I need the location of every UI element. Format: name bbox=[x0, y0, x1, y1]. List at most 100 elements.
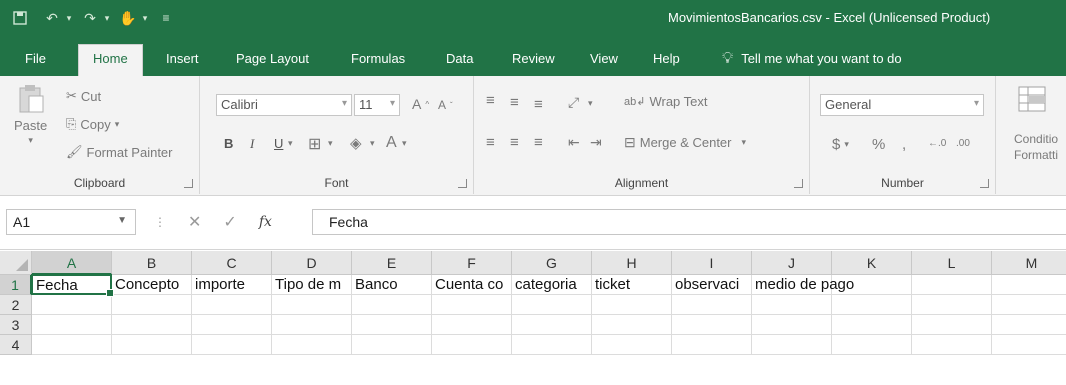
orientation-icon[interactable]: ⤢ bbox=[568, 94, 579, 111]
confirm-icon[interactable]: ✓ bbox=[223, 212, 236, 232]
cell-m3[interactable] bbox=[992, 315, 1066, 335]
insert-function-icon[interactable]: fx bbox=[259, 214, 272, 230]
fill-color-dropdown-icon[interactable]: ▾ bbox=[370, 138, 375, 149]
column-header-m[interactable]: M bbox=[992, 251, 1066, 275]
save-icon[interactable] bbox=[8, 6, 32, 30]
increase-decimal-button[interactable]: ←.0 bbox=[928, 138, 946, 149]
cell-k2[interactable] bbox=[832, 295, 912, 315]
paste-button[interactable]: Paste ▾ bbox=[14, 84, 47, 146]
font-name-combo[interactable]: Calibri ▾ bbox=[216, 94, 352, 116]
cell-d1[interactable]: Tipo de m bbox=[272, 275, 352, 295]
middle-align-icon[interactable]: ≡ bbox=[510, 94, 519, 111]
cell-a2[interactable] bbox=[32, 295, 112, 315]
cell-e1[interactable]: Banco bbox=[352, 275, 432, 295]
cell-m1[interactable] bbox=[992, 275, 1066, 295]
column-header-b[interactable]: B bbox=[112, 251, 192, 275]
cell-m4[interactable] bbox=[992, 335, 1066, 355]
tab-formulas[interactable]: Formulas bbox=[341, 45, 415, 76]
touch-dropdown-icon[interactable]: ▾ bbox=[140, 6, 150, 30]
currency-button[interactable]: $ ▾ bbox=[832, 136, 849, 153]
column-header-g[interactable]: G bbox=[512, 251, 592, 275]
cell-i3[interactable] bbox=[672, 315, 752, 335]
cell-c1[interactable]: importe bbox=[192, 275, 272, 295]
cell-i1[interactable]: observaci bbox=[672, 275, 752, 295]
decrease-indent-icon[interactable]: ⇤ bbox=[568, 134, 580, 151]
cell-h4[interactable] bbox=[592, 335, 672, 355]
cell-k3[interactable] bbox=[832, 315, 912, 335]
align-right-icon[interactable]: ≡ bbox=[534, 134, 543, 151]
cell-c2[interactable] bbox=[192, 295, 272, 315]
italic-button[interactable]: I bbox=[250, 136, 254, 152]
orientation-dropdown-icon[interactable]: ▾ bbox=[588, 98, 593, 109]
cell-i4[interactable] bbox=[672, 335, 752, 355]
column-header-j[interactable]: J bbox=[752, 251, 832, 275]
cell-m2[interactable] bbox=[992, 295, 1066, 315]
cell-b2[interactable] bbox=[112, 295, 192, 315]
cell-c4[interactable] bbox=[192, 335, 272, 355]
cell-j1[interactable]: medio de pago bbox=[752, 275, 854, 295]
cell-f2[interactable] bbox=[432, 295, 512, 315]
column-header-e[interactable]: E bbox=[352, 251, 432, 275]
align-center-icon[interactable]: ≡ bbox=[510, 134, 519, 151]
increase-indent-icon[interactable]: ⇥ bbox=[590, 134, 602, 151]
align-left-icon[interactable]: ≡ bbox=[486, 134, 495, 151]
underline-button[interactable]: U bbox=[274, 136, 283, 151]
cell-g2[interactable] bbox=[512, 295, 592, 315]
cell-j2[interactable] bbox=[752, 295, 832, 315]
column-header-f[interactable]: F bbox=[432, 251, 512, 275]
top-align-icon[interactable]: ≡ bbox=[486, 92, 495, 109]
cell-a4[interactable] bbox=[32, 335, 112, 355]
cell-h1[interactable]: ticket bbox=[592, 275, 672, 295]
redo-icon[interactable]: ↷ bbox=[78, 6, 102, 30]
merge-center-button[interactable]: ⊟ Merge & Center ▾ bbox=[624, 134, 746, 151]
conditional-formatting-button[interactable]: Conditio Formatti bbox=[1014, 132, 1058, 162]
undo-icon[interactable]: ↶ bbox=[40, 6, 64, 30]
select-all-button[interactable] bbox=[0, 251, 32, 275]
touch-mode-icon[interactable]: ✋ bbox=[116, 6, 140, 30]
underline-dropdown-icon[interactable]: ▾ bbox=[288, 138, 293, 149]
cell-b3[interactable] bbox=[112, 315, 192, 335]
cell-f1[interactable]: Cuenta co bbox=[432, 275, 512, 295]
name-box[interactable]: A1 ▼ bbox=[6, 209, 136, 235]
number-format-combo[interactable]: General ▾ bbox=[820, 94, 984, 116]
increase-font-icon[interactable]: A ^ bbox=[412, 96, 429, 112]
redo-dropdown-icon[interactable]: ▾ bbox=[102, 6, 112, 30]
cell-g3[interactable] bbox=[512, 315, 592, 335]
undo-dropdown-icon[interactable]: ▾ bbox=[64, 6, 74, 30]
cell-a3[interactable] bbox=[32, 315, 112, 335]
column-header-c[interactable]: C bbox=[192, 251, 272, 275]
font-color-dropdown-icon[interactable]: ▾ bbox=[402, 138, 407, 149]
tab-page-layout[interactable]: Page Layout bbox=[226, 45, 319, 76]
comma-button[interactable]: , bbox=[902, 136, 906, 153]
cell-h2[interactable] bbox=[592, 295, 672, 315]
cell-j4[interactable] bbox=[752, 335, 832, 355]
cell-l2[interactable] bbox=[912, 295, 992, 315]
cell-e3[interactable] bbox=[352, 315, 432, 335]
cell-b1[interactable]: Concepto bbox=[112, 275, 192, 295]
tab-home[interactable]: Home bbox=[78, 44, 143, 76]
cell-b4[interactable] bbox=[112, 335, 192, 355]
column-header-i[interactable]: I bbox=[672, 251, 752, 275]
cell-g1[interactable]: categoria bbox=[512, 275, 592, 295]
cancel-icon[interactable]: ✕ bbox=[188, 212, 201, 232]
column-header-a[interactable]: A bbox=[32, 251, 112, 275]
cell-l3[interactable] bbox=[912, 315, 992, 335]
decrease-font-icon[interactable]: Aˇ bbox=[438, 98, 453, 112]
tab-view[interactable]: View bbox=[580, 45, 628, 76]
formula-input[interactable]: Fecha bbox=[312, 209, 1066, 235]
column-header-d[interactable]: D bbox=[272, 251, 352, 275]
tell-me-box[interactable]: 💡︎ Tell me what you want to do bbox=[722, 45, 902, 73]
bottom-align-icon[interactable]: ≡ bbox=[534, 96, 543, 113]
cell-l4[interactable] bbox=[912, 335, 992, 355]
cell-h3[interactable] bbox=[592, 315, 672, 335]
decrease-decimal-button[interactable]: .00 bbox=[956, 138, 970, 149]
clipboard-launcher-icon[interactable] bbox=[184, 179, 193, 188]
cell-d2[interactable] bbox=[272, 295, 352, 315]
cell-d3[interactable] bbox=[272, 315, 352, 335]
format-painter-button[interactable]: 🖌︎ Format Painter bbox=[66, 144, 173, 160]
tab-file[interactable]: File bbox=[15, 45, 56, 76]
font-color-icon[interactable]: A bbox=[386, 134, 397, 152]
borders-icon[interactable]: ⊞ bbox=[308, 134, 321, 154]
borders-dropdown-icon[interactable]: ▾ bbox=[328, 138, 333, 149]
font-size-combo[interactable]: 11 ▾ bbox=[354, 94, 400, 116]
